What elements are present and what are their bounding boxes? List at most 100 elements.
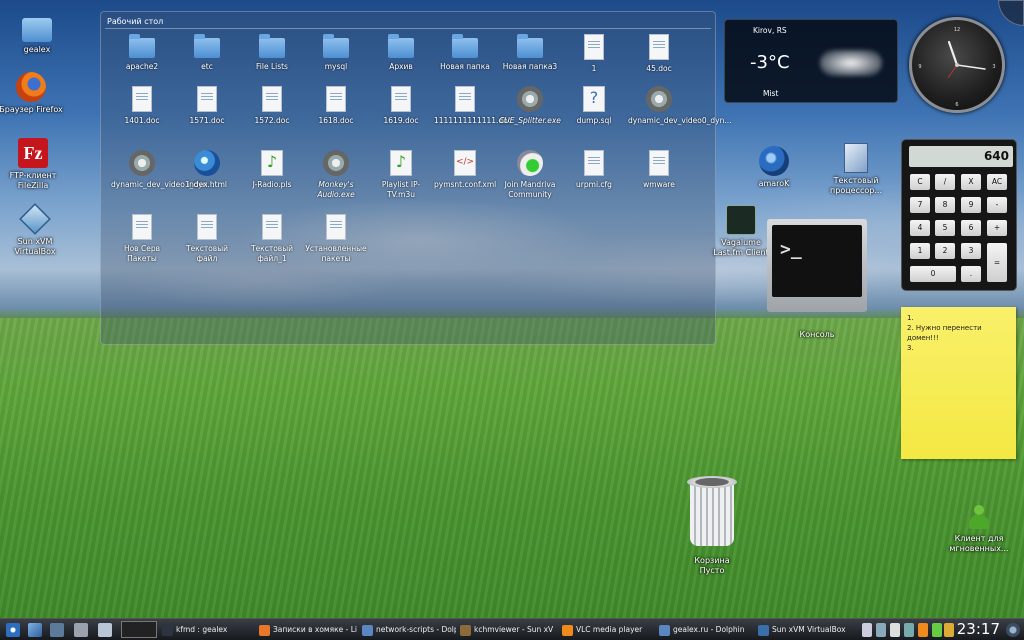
calc-key-9[interactable]: 9 — [961, 197, 981, 213]
file-item[interactable]: Архив — [370, 34, 432, 72]
taskbar-app-icon — [659, 624, 670, 636]
desktop-icon-im-client[interactable]: Клиент для мгновенных... — [946, 505, 1012, 554]
calc-key-minus[interactable]: - — [987, 197, 1007, 213]
file-item[interactable]: 1401.doc — [111, 86, 173, 126]
tray-network-icon[interactable] — [876, 623, 886, 637]
file-item[interactable]: dynamic_dev_video1_dyn... — [111, 150, 215, 190]
file-item[interactable]: ? dump.sql — [563, 86, 625, 126]
calc-key-ac[interactable]: AC — [987, 174, 1007, 190]
desktop-icon-vagalume[interactable]: Vagalume Last.fm Client — [708, 205, 774, 258]
calc-key-multiply[interactable]: X — [961, 174, 981, 190]
calc-key-2[interactable]: 2 — [935, 243, 955, 259]
sticky-note-widget[interactable]: 1. 2. Нужно перенести домен!!! 3. — [901, 307, 1016, 459]
calc-key-7[interactable]: 7 — [910, 197, 930, 213]
calc-key-c[interactable]: C — [910, 174, 930, 190]
calc-key-plus[interactable]: + — [987, 220, 1007, 236]
calc-key-divide[interactable]: / — [935, 174, 955, 190]
file-item[interactable]: 45.doc — [628, 34, 690, 74]
file-item[interactable]: wmware — [628, 150, 690, 190]
file-item[interactable]: Новая папка — [434, 34, 496, 72]
calc-key-0[interactable]: 0 — [910, 266, 956, 282]
network-icon[interactable] — [50, 623, 64, 637]
file-item[interactable]: apache2 — [111, 34, 173, 72]
file-item[interactable]: etc — [176, 34, 238, 72]
file-item-label: index.html — [187, 180, 227, 189]
taskbar-app-icon — [460, 624, 471, 636]
gear-icon — [646, 86, 672, 112]
file-item[interactable]: </> pymsnt.conf.xml — [434, 150, 496, 190]
file-item[interactable]: Установленные пакеты — [305, 214, 367, 264]
desktop-icon-konsole-label-wrap[interactable]: Консоль — [784, 330, 850, 340]
desktop-icon-word-processor[interactable]: Текстовый процессор... — [823, 143, 889, 196]
desktop-icon-home[interactable]: gealex — [4, 14, 70, 55]
show-desktop-icon[interactable] — [28, 623, 42, 637]
file-item[interactable]: 1111111111111.doc — [434, 86, 512, 126]
desktop-icon-filezilla[interactable]: Fz FTP-клиент FileZilla — [0, 138, 66, 191]
folder-view-widget[interactable]: Рабочий стол apache2 etc File Lists mysql Ар… — [100, 11, 732, 345]
document-icon — [584, 34, 604, 60]
file-item[interactable]: 1571.doc — [176, 86, 238, 126]
taskbar-item[interactable]: Sun xVM VirtualBox — [758, 622, 856, 638]
gear-icon — [323, 150, 349, 176]
note-line-2: 2. Нужно перенести домен!!! — [907, 324, 982, 342]
taskbar-clock[interactable]: 23:17 — [957, 620, 1000, 638]
file-item[interactable]: File Lists — [241, 34, 303, 72]
file-item[interactable]: index.html — [176, 150, 238, 190]
analog-clock-widget[interactable]: 12 3 6 9 — [909, 17, 1005, 113]
taskbar-item-label: network-scripts - Dolp — [376, 625, 456, 634]
weather-widget[interactable]: Kirov, RS -3°C Mist — [724, 19, 898, 103]
calculator-widget[interactable]: 640 C / X AC 7 8 9 - 4 5 6 + 1 2 3 = 0 . — [901, 139, 1017, 291]
desktop-icon-label: Vagalume Last.fm Client — [713, 238, 769, 257]
calc-key-equals[interactable]: = — [987, 243, 1007, 282]
calc-key-3[interactable]: 3 — [961, 243, 981, 259]
system-settings-icon[interactable] — [98, 623, 112, 637]
file-item[interactable]: ♪ Playlist IP-TV.m3u — [370, 150, 432, 200]
desktop-icon-amarok[interactable]: amaroK — [741, 146, 807, 189]
calc-key-5[interactable]: 5 — [935, 220, 955, 236]
file-item[interactable]: urpmi.cfg — [563, 150, 625, 190]
file-item[interactable]: Новая папка3 — [499, 34, 561, 72]
file-item[interactable]: 1619.doc — [370, 86, 432, 126]
kde-menu-icon[interactable] — [6, 623, 20, 637]
calc-key-4[interactable]: 4 — [910, 220, 930, 236]
file-item[interactable]: Текстовый файл — [176, 214, 238, 264]
calc-key-1[interactable]: 1 — [910, 243, 930, 259]
file-item[interactable]: mysql — [305, 34, 367, 72]
taskbar-item[interactable]: Записки в хомяке - Li — [259, 622, 357, 638]
konsole-icon[interactable]: >_ — [767, 219, 867, 313]
file-item[interactable]: ♪ J-Radio.pls — [241, 150, 303, 190]
tray-clipboard-icon[interactable] — [862, 623, 872, 637]
tray-updates-icon[interactable] — [932, 623, 942, 637]
file-item[interactable]: Текстовый файл_1 — [241, 214, 303, 264]
file-item[interactable]: dynamic_dev_video0_dyn... — [628, 86, 732, 126]
desktop-icon-virtualbox[interactable]: Sun xVM VirtualBox — [2, 203, 68, 257]
tray-volume-icon[interactable] — [890, 623, 900, 637]
file-item[interactable]: Monkey's Audio.exe — [305, 150, 367, 200]
calc-key-8[interactable]: 8 — [935, 197, 955, 213]
file-item[interactable]: 1572.doc — [241, 86, 303, 126]
taskbar-item[interactable]: kchmviewer - Sun xV — [460, 622, 556, 638]
desktop-icon-firefox[interactable]: Браузер Firefox — [0, 72, 64, 115]
tray-vlc-icon[interactable] — [918, 623, 928, 637]
taskbar-item[interactable]: gealex.ru - Dolphin — [659, 622, 753, 638]
desktop-icon-trash[interactable]: Корзина Пусто — [679, 476, 745, 576]
file-item[interactable]: Нов Серв Пакеты — [111, 214, 173, 264]
calc-key-dot[interactable]: . — [961, 266, 981, 282]
tray-warning-icon[interactable] — [944, 623, 954, 637]
file-item[interactable]: CUE_Splitter.exe — [499, 86, 561, 126]
file-item[interactable]: 1618.doc — [305, 86, 367, 126]
tray-keyboard-icon[interactable] — [904, 623, 914, 637]
weather-city: Kirov, RS — [753, 26, 787, 35]
desktop-pager[interactable] — [121, 621, 157, 638]
file-item[interactable]: 1 — [563, 34, 625, 74]
tools-icon[interactable] — [74, 623, 88, 637]
file-item[interactable]: Join Mandriva Community — [499, 150, 561, 200]
panel-toolbox-icon[interactable] — [1006, 623, 1020, 637]
taskbar-item[interactable]: kfmd : gealex — [162, 622, 254, 638]
monitor-frame: >_ — [767, 219, 867, 312]
taskbar-item[interactable]: VLC media player — [562, 622, 654, 638]
calc-key-6[interactable]: 6 — [961, 220, 981, 236]
taskbar-item-label: VLC media player — [576, 625, 643, 634]
taskbar-item[interactable]: network-scripts - Dolp — [362, 622, 456, 638]
calculator-display: 640 — [909, 146, 1013, 167]
